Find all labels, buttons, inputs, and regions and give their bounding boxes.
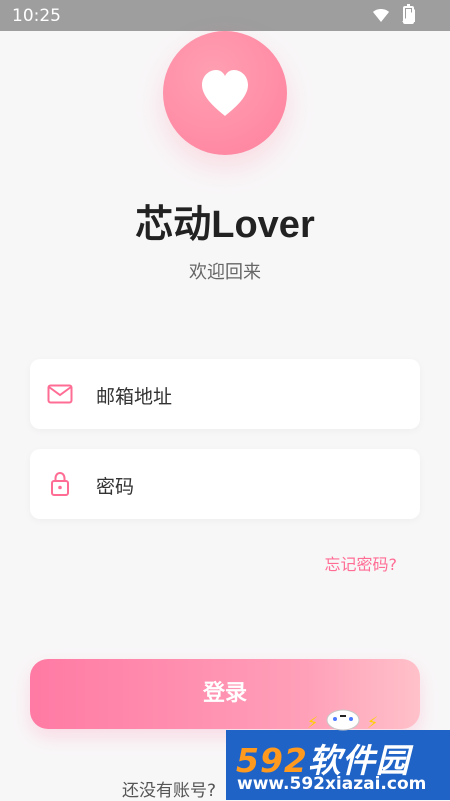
forgot-password-link[interactable]: 忘记密码? xyxy=(325,551,398,575)
battery-icon xyxy=(403,4,414,24)
app-subtitle: 欢迎回来 xyxy=(189,262,261,283)
spark-icon: ⚡ xyxy=(307,713,319,732)
status-bar: 10:25 xyxy=(0,0,450,31)
wifi-icon xyxy=(371,7,391,27)
password-placeholder: 密码 xyxy=(96,476,135,498)
watermark-url: www.592xiazai.com xyxy=(237,774,427,794)
app-title: 芯动Lover xyxy=(135,204,315,246)
watermark-logo: 592软件园 www.592xiazai.com xyxy=(226,730,450,800)
spark-icon: ⚡ xyxy=(367,713,379,732)
email-placeholder: 邮箱地址 xyxy=(96,386,173,408)
app-logo xyxy=(163,31,287,155)
email-icon xyxy=(46,380,74,408)
status-time: 10:25 xyxy=(12,6,61,26)
lock-icon xyxy=(46,470,74,498)
email-field[interactable]: 邮箱地址 xyxy=(30,359,420,429)
signup-prompt[interactable]: 还没有账号? xyxy=(122,776,216,801)
mascot-icon xyxy=(326,709,360,731)
heart-icon xyxy=(202,70,248,116)
password-field[interactable]: 密码 xyxy=(30,449,420,519)
